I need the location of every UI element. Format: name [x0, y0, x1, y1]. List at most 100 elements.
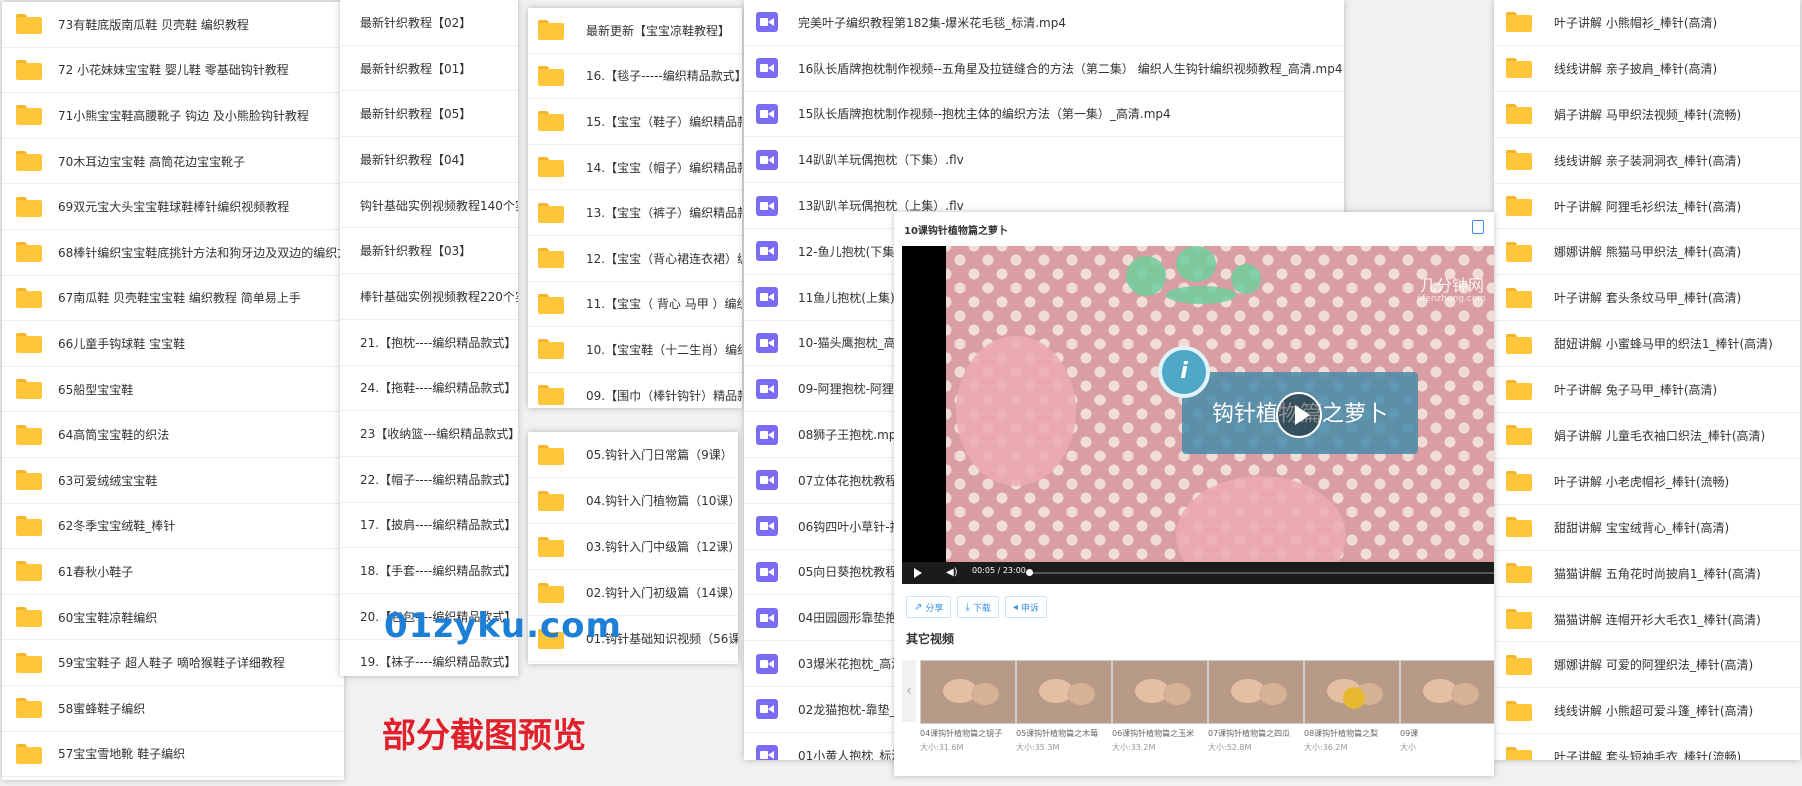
- list-item[interactable]: 15.【宝宝（鞋子）编织精品款式: [528, 99, 742, 145]
- video-thumbnail[interactable]: 06课钩针植物篇之玉米 大小:33.2M: [1112, 660, 1208, 753]
- list-item[interactable]: 09.【围巾（棒针钩针）精品款式: [528, 373, 742, 408]
- folder-icon: [16, 698, 42, 719]
- list-item[interactable]: 娜娜讲解 熊猫马甲织法_棒针(高清): [1494, 229, 1800, 276]
- list-item[interactable]: 60宝宝鞋凉鞋编织: [2, 595, 344, 641]
- play-icon[interactable]: [914, 568, 922, 578]
- list-item[interactable]: 钩针基础实例视频教程140个实: [340, 183, 518, 229]
- appeal-button[interactable]: ◂ 申诉: [1004, 596, 1047, 618]
- list-item[interactable]: 71小熊宝宝鞋高腰靴子 钩边 及小熊脸钩针教程: [2, 93, 344, 139]
- list-item[interactable]: 18.【手套----编织精品款式】: [340, 548, 518, 594]
- video-thumbnail[interactable]: 07课钩针植物篇之四瓜 大小:52.8M: [1208, 660, 1304, 753]
- folder-icon: [1506, 654, 1532, 675]
- list-item[interactable]: 73有鞋底版南瓜鞋 贝壳鞋 编织教程: [2, 2, 344, 48]
- list-item[interactable]: 猫猫讲解 连帽开衫大毛衣1_棒针(高清): [1494, 597, 1800, 643]
- list-item[interactable]: 22.【帽子----编织精品款式】: [340, 457, 518, 503]
- list-item[interactable]: 15队长盾牌抱枕制作视频--抱枕主体的编织方法（第一集）_高清.mp4: [744, 92, 1344, 138]
- list-item[interactable]: 完美叶子编织教程第182集-爆米花毛毯_标清.mp4: [744, 0, 1344, 46]
- list-item[interactable]: 23【收纳篮---编织精品款式】: [340, 411, 518, 457]
- progress-knob[interactable]: [1026, 569, 1033, 576]
- list-item-label: 19.【袜子----编织精品款式】: [360, 655, 517, 670]
- list-item[interactable]: 甜甜讲解 宝宝绒背心_棒针(高清): [1494, 505, 1800, 551]
- download-icon: ⤓: [965, 601, 970, 613]
- list-item[interactable]: 最新针织教程【01】: [340, 46, 518, 92]
- list-item-label: 最新更新【宝宝凉鞋教程】: [586, 23, 731, 38]
- list-item[interactable]: 65船型宝宝鞋: [2, 367, 344, 413]
- list-item[interactable]: 猫猫讲解 五角花时尚披肩1_棒针(高清): [1494, 551, 1800, 597]
- progress-bar[interactable]: [1028, 572, 1494, 574]
- list-item[interactable]: 娟子讲解 马甲织法视频_棒针(流畅): [1494, 92, 1800, 138]
- list-item-label: 叶子讲解 套头短袖毛衣_棒针(流畅): [1554, 750, 1742, 760]
- list-item[interactable]: 66儿童手钩球鞋 宝宝鞋: [2, 321, 344, 367]
- list-item[interactable]: 线线讲解 小熊超可爱斗篷_棒针(高清): [1494, 688, 1800, 735]
- folder-icon: [538, 65, 564, 86]
- download-button[interactable]: ⤓ 下载: [957, 596, 999, 618]
- list-item[interactable]: 72 小花妹妹宝宝鞋 婴儿鞋 零基础钩针教程: [2, 48, 344, 94]
- list-item-label: 叶子讲解 套头条纹马甲_棒针(高清): [1554, 291, 1742, 306]
- list-item[interactable]: 14.【宝宝（帽子）编织精品款式: [528, 145, 742, 191]
- list-item[interactable]: 叶子讲解 套头短袖毛衣_棒针(流畅): [1494, 734, 1800, 760]
- list-item[interactable]: 最新针织教程【04】: [340, 137, 518, 183]
- list-item[interactable]: 21.【抱枕----编织精品款式】: [340, 320, 518, 366]
- list-item[interactable]: 61春秋小鞋子: [2, 549, 344, 595]
- list-item[interactable]: 58蜜蜂鞋子编织: [2, 686, 344, 732]
- list-item[interactable]: 68棒针编织宝宝鞋底挑针方法和狗牙边及双边的编织方: [2, 230, 344, 276]
- list-item[interactable]: 叶子讲解 套头条纹马甲_棒针(高清): [1494, 275, 1800, 322]
- play-overlay-icon[interactable]: [1276, 392, 1322, 438]
- list-item[interactable]: 最新针织教程【05】: [340, 91, 518, 138]
- thumbnail-title: 09课: [1400, 729, 1419, 738]
- chevron-left-icon[interactable]: ‹: [902, 660, 916, 722]
- share-button[interactable]: ⇗ 分享: [906, 596, 952, 618]
- video-thumbnail[interactable]: 05课钩针植物篇之木莓 大小:35.3M: [1016, 660, 1112, 753]
- list-item[interactable]: 57宝宝雪地靴 鞋子编织: [2, 732, 344, 778]
- list-item[interactable]: 59宝宝鞋子 超人鞋子 嘀哈猴鞋子详细教程: [2, 640, 344, 686]
- folder-icon: [1506, 12, 1532, 33]
- volume-icon[interactable]: ◀): [946, 568, 958, 578]
- list-item[interactable]: 05.钩针入门日常篇（9课）: [528, 432, 738, 478]
- folder-icon: [16, 105, 42, 126]
- list-item[interactable]: 12.【宝宝（背心裙连衣裙）编织: [528, 236, 742, 282]
- list-item[interactable]: 线线讲解 亲子装洞洞衣_棒针(高清): [1494, 138, 1800, 184]
- video-thumbnail[interactable]: 04课钩针植物篇之镜子 大小:31.6M: [920, 660, 1016, 753]
- list-item[interactable]: 叶子讲解 小熊帽衫_棒针(高清): [1494, 0, 1800, 46]
- preview-caption: 部分截图预览: [382, 716, 586, 756]
- list-item[interactable]: 甜妞讲解 小蜜蜂马甲的织法1_棒针(高清): [1494, 321, 1800, 368]
- player-controls: ◀) 00:05 / 23:00: [902, 562, 1494, 584]
- list-item[interactable]: 16队长盾牌抱枕制作视频--五角星及拉链缝合的方法（第二集） 编织人生钩针编织视…: [744, 46, 1344, 92]
- list-item[interactable]: 叶子讲解 小老虎帽衫_棒针(流畅): [1494, 459, 1800, 505]
- list-item[interactable]: 娟子讲解 儿童毛衣袖口织法_棒针(高清): [1494, 413, 1800, 459]
- list-item[interactable]: 11.【宝宝（ 背心 马甲 ）编织篇: [528, 282, 742, 328]
- folder-icon: [1506, 379, 1532, 400]
- list-item[interactable]: 最新针织教程【03】: [340, 228, 518, 275]
- list-item[interactable]: 最新针织教程【02】: [340, 0, 518, 46]
- list-item[interactable]: 最新更新【宝宝凉鞋教程】: [528, 8, 742, 54]
- list-item[interactable]: 线线讲解 亲子披肩_棒针(高清): [1494, 46, 1800, 92]
- folder-icon: [538, 248, 564, 269]
- list-item[interactable]: 03.钩针入门中级篇（12课）: [528, 524, 738, 570]
- list-item[interactable]: 70木耳边宝宝鞋 高筒花边宝宝靴子: [2, 139, 344, 185]
- list-item-label: 完美叶子编织教程第182集-爆米花毛毯_标清.mp4: [798, 15, 1066, 30]
- list-item[interactable]: 24.【拖鞋----编织精品款式】: [340, 366, 518, 412]
- list-item[interactable]: 10.【宝宝鞋（十二生肖）编织篇: [528, 327, 742, 373]
- video-thumbnail[interactable]: 08课钩针植物篇之梨 大小:36.2M: [1304, 660, 1400, 753]
- list-item[interactable]: 14趴趴羊玩偶抱枕（下集）.flv: [744, 137, 1344, 184]
- list-item[interactable]: 17.【披肩----编织精品款式】: [340, 503, 518, 549]
- video-file-icon: [756, 195, 778, 216]
- list-item[interactable]: 69双元宝大头宝宝鞋球鞋棒针编织视频教程: [2, 184, 344, 230]
- video-area[interactable]: 几分钟网 jifenzhong.com 钩针植物篇之萝卜 i ◀) 00:05 …: [902, 246, 1494, 584]
- list-item[interactable]: 16.【毯子-----编织精品款式】: [528, 54, 742, 100]
- list-item[interactable]: 62冬季宝宝绒鞋_棒针: [2, 504, 344, 550]
- list-item[interactable]: 娜娜讲解 可爱的阿狸织法_棒针(高清): [1494, 642, 1800, 689]
- list-item[interactable]: 64高筒宝宝鞋的织法: [2, 412, 344, 458]
- folder-icon: [16, 242, 42, 263]
- video-frame: 几分钟网 jifenzhong.com 钩针植物篇之萝卜 i: [946, 246, 1494, 584]
- list-item[interactable]: 04.钩针入门植物篇（10课）: [528, 478, 738, 524]
- other-videos-strip: ‹ 04课钩针植物篇之镜子 大小:31.6M 05课钩针植物篇之木莓 大小:35.3M…: [902, 660, 1494, 770]
- list-item[interactable]: 叶子讲解 阿狸毛衫织法_棒针(高清): [1494, 184, 1800, 230]
- list-item[interactable]: 63可爱绒绒宝宝鞋: [2, 458, 344, 504]
- list-item[interactable]: 棒针基础实例视频教程220个实: [340, 274, 518, 320]
- list-item[interactable]: 叶子讲解 兔子马甲_棒针(高清): [1494, 367, 1800, 414]
- video-thumbnail[interactable]: 09课 大小: [1400, 660, 1494, 753]
- list-item[interactable]: 67南瓜鞋 贝壳鞋宝宝鞋 编织教程 简单易上手: [2, 276, 344, 322]
- list-item[interactable]: 13.【宝宝（裤子）编织精品款式: [528, 190, 742, 236]
- bookmark-icon[interactable]: [1472, 220, 1484, 234]
